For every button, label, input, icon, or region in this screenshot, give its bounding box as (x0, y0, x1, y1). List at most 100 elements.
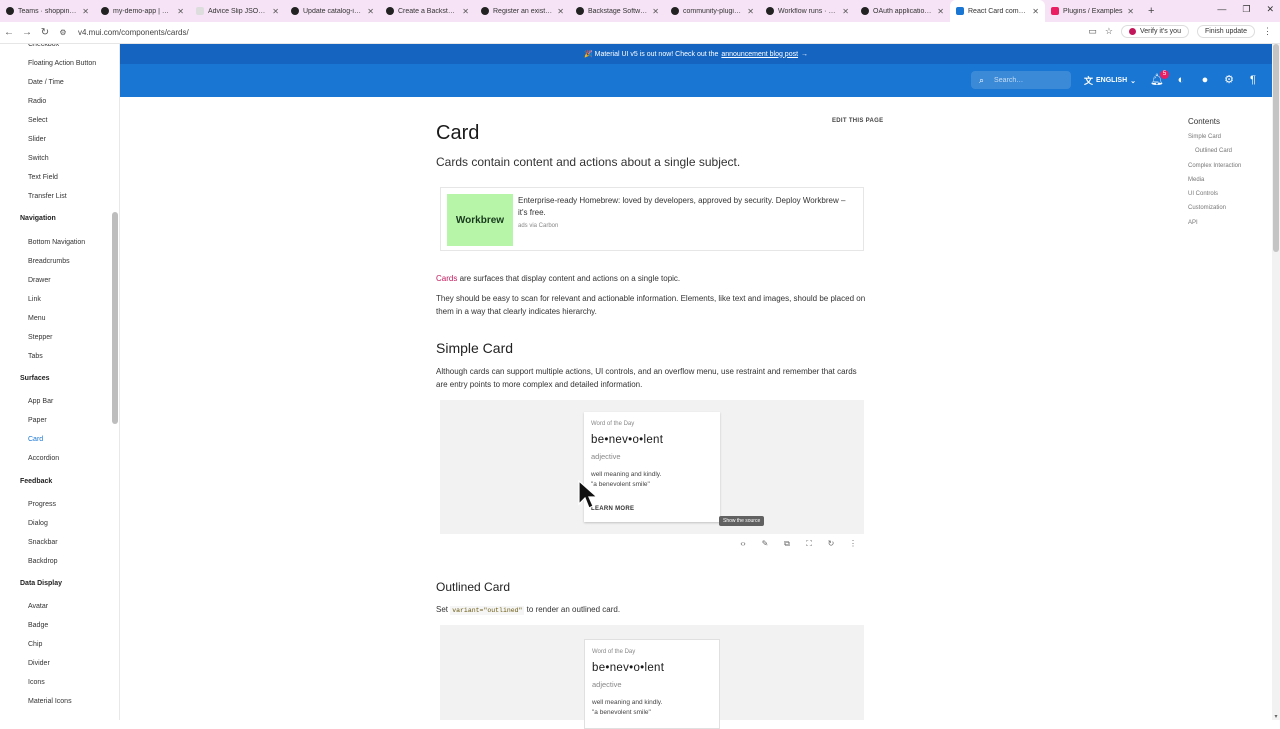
reload-icon[interactable]: ↻ (36, 27, 54, 38)
sidebar-item-link[interactable]: Link (28, 296, 41, 303)
toc-item-complex-interaction[interactable]: Complex Interaction (1188, 163, 1241, 169)
minimize-icon[interactable]: — (1217, 4, 1226, 15)
close-icon[interactable]: ✕ (82, 7, 89, 16)
back-icon[interactable]: ← (0, 27, 18, 38)
sidebar-item-drawer[interactable]: Drawer (28, 277, 51, 284)
bookmark-star-icon[interactable]: ☆ (1105, 26, 1113, 37)
close-icon[interactable]: ✕ (367, 7, 374, 16)
toc-item-simple-card[interactable]: Simple Card (1188, 134, 1221, 140)
finish-update-button[interactable]: Finish update (1196, 25, 1255, 38)
sidebar-item-accordion[interactable]: Accordion (28, 455, 59, 462)
sidebar-item-backdrop[interactable]: Backdrop (28, 558, 58, 565)
browser-tab[interactable]: Update catalog-info.yaml✕ (285, 0, 380, 22)
page-scrollbar[interactable]: ▾ (1272, 44, 1280, 720)
browser-tab-active[interactable]: React Card component ✕ (950, 0, 1045, 22)
sidebar-item-avatar[interactable]: Avatar (28, 603, 48, 610)
close-icon[interactable]: ✕ (557, 7, 564, 16)
sidebar-item-icons[interactable]: Icons (28, 679, 45, 686)
rtl-direction-icon[interactable]: ¶ (1246, 73, 1260, 87)
new-tab-button[interactable]: + (1140, 5, 1162, 17)
toc-item-customization[interactable]: Customization (1188, 205, 1226, 211)
language-button[interactable]: 文 ENGLISH ⌄ (1084, 74, 1136, 87)
sidebar-item-breadcrumbs[interactable]: Breadcrumbs (28, 258, 70, 265)
sidebar-item-chip[interactable]: Chip (28, 641, 42, 648)
carbon-ad[interactable]: Workbrew Enterprise-ready Homebrew: love… (440, 187, 864, 251)
sidebar-item-text-field[interactable]: Text Field (28, 174, 58, 181)
restore-icon[interactable]: ❐ (1242, 4, 1250, 15)
close-icon[interactable]: ✕ (1127, 7, 1134, 16)
sidebar-item-badge[interactable]: Badge (28, 622, 48, 629)
browser-tab[interactable]: Advice Slip JSON API ✕ (190, 0, 285, 22)
close-icon[interactable]: ✕ (937, 7, 944, 16)
fullscreen-icon[interactable]: ⛶ (804, 539, 814, 551)
ad-logo[interactable]: Workbrew (447, 194, 513, 246)
browser-tab[interactable]: Teams · shopping-hub ✕ (0, 0, 95, 22)
sidebar-item-dialog[interactable]: Dialog (28, 520, 48, 527)
sidebar-item-card[interactable]: Card (28, 436, 43, 443)
browser-tab[interactable]: my-demo-app | Overview ✕ (95, 0, 190, 22)
toc-item-outlined-card[interactable]: Outlined Card (1195, 148, 1232, 154)
sidebar-item-floating-action-button[interactable]: Floating Action Button (28, 60, 96, 67)
scrollbar-thumb[interactable] (1273, 44, 1279, 252)
theme-toggle-icon[interactable]: ◐ (1174, 73, 1188, 87)
close-icon[interactable]: ✕ (1032, 7, 1039, 16)
verify-button[interactable]: Verify it's you (1120, 25, 1189, 38)
forward-icon[interactable]: → (18, 27, 36, 38)
close-icon[interactable]: ✕ (177, 7, 184, 16)
sidebar-item-checkbox[interactable]: Checkbox (28, 44, 59, 48)
browser-tab[interactable]: Plugins / Examples ✕ (1045, 0, 1140, 22)
sidebar-scrollbar[interactable] (112, 212, 118, 424)
edit-icon[interactable]: ✎ (760, 539, 770, 551)
close-icon[interactable]: ✕ (462, 7, 469, 16)
banner-link[interactable]: announcement blog post (721, 51, 798, 58)
sidebar-item-menu[interactable]: Menu (28, 315, 46, 322)
announcement-banner: 🎉 Material UI v5 is out now! Check out t… (120, 44, 1272, 64)
ad-text[interactable]: Enterprise-ready Homebrew: loved by deve… (518, 195, 854, 219)
ad-attribution[interactable]: ads via Carbon (518, 223, 558, 229)
browser-tab[interactable]: OAuth application settings ✕ (855, 0, 950, 22)
sidebar-item-stepper[interactable]: Stepper (28, 334, 53, 341)
copy-icon[interactable]: ⧉ (782, 539, 792, 551)
cast-icon[interactable]: ▭ (1088, 26, 1097, 37)
sidebar-item-material-icons[interactable]: Material Icons (28, 698, 72, 705)
cards-link[interactable]: Cards (436, 274, 457, 283)
reset-icon[interactable]: ↻ (826, 539, 836, 551)
browser-tab[interactable]: Backstage Software Catalog✕ (570, 0, 665, 22)
browser-tab[interactable]: Workflow runs · Sanjeev ✕ (760, 0, 855, 22)
toc-item-ui-controls[interactable]: UI Controls (1188, 191, 1218, 197)
browser-tab[interactable]: community-plugins/workspaces ✕ (665, 0, 760, 22)
sidebar-item-radio[interactable]: Radio (28, 98, 46, 105)
sidebar-item-switch[interactable]: Switch (28, 155, 49, 162)
sidebar-item-paper[interactable]: Paper (28, 417, 47, 424)
sidebar-item-bottom-navigation[interactable]: Bottom Navigation (28, 239, 85, 246)
sidebar-item-app-bar[interactable]: App Bar (28, 398, 53, 405)
close-icon[interactable]: ✕ (747, 7, 754, 16)
sidebar-item-progress[interactable]: Progress (28, 501, 56, 508)
settings-icon[interactable]: ⚙ (1222, 73, 1236, 87)
toc-item-media[interactable]: Media (1188, 177, 1204, 183)
toc-item-api[interactable]: API (1188, 220, 1198, 226)
sidebar-item-divider[interactable]: Divider (28, 660, 50, 667)
search-input[interactable]: ⌕ Search… (971, 71, 1071, 89)
close-icon[interactable]: ✕ (272, 7, 279, 16)
code-icon[interactable]: ‹› (738, 539, 748, 551)
sidebar-item-select[interactable]: Select (28, 117, 47, 124)
sidebar-item-slider[interactable]: Slider (28, 136, 46, 143)
close-icon[interactable]: ✕ (652, 7, 659, 16)
word-card: Word of the Day be•nev•o•lent adjective … (584, 412, 720, 522)
sidebar-item-transfer-list[interactable]: Transfer List (28, 193, 67, 200)
url-field[interactable]: v4.mui.com/components/cards/ (78, 28, 189, 37)
sidebar-item-date-time[interactable]: Date / Time (28, 79, 64, 86)
close-window-icon[interactable]: ✕ (1266, 4, 1274, 15)
scroll-down-icon[interactable]: ▾ (1272, 713, 1280, 720)
edit-page-link[interactable]: EDIT THIS PAGE (832, 118, 883, 124)
browser-tab[interactable]: Create a Backstage Plugin✕ (380, 0, 475, 22)
sidebar-item-tabs[interactable]: Tabs (28, 353, 43, 360)
browser-tab[interactable]: Register an existing component✕ (475, 0, 570, 22)
menu-dots-icon[interactable]: ⋮ (1263, 26, 1272, 37)
close-icon[interactable]: ✕ (842, 7, 849, 16)
github-icon[interactable]: ● (1198, 73, 1212, 87)
site-info-icon[interactable]: ⚙ (54, 28, 72, 37)
more-icon[interactable]: ⋮ (848, 539, 858, 551)
sidebar-item-snackbar[interactable]: Snackbar (28, 539, 58, 546)
